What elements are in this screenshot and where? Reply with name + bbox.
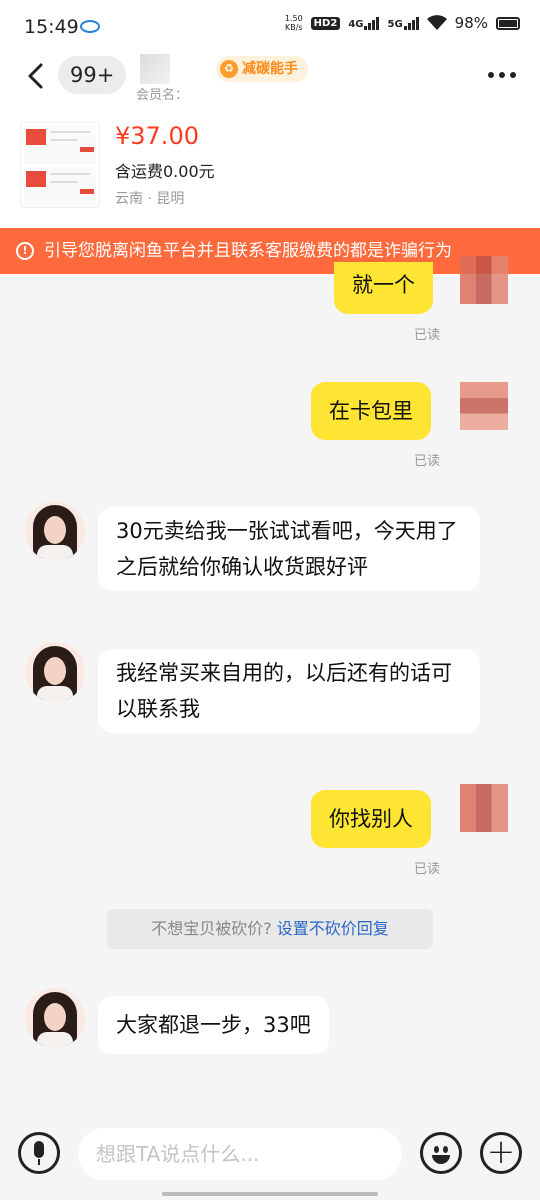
signal-4g-icon: 4G [348,16,380,30]
bargain-tip: 不想宝贝被砍价? 设置不砍价回复 [107,909,433,949]
read-status: 已读 [414,328,441,343]
voice-input-icon[interactable] [18,1132,60,1174]
set-no-bargain-link[interactable]: 设置不砍价回复 [277,919,389,938]
message-bubble-sent[interactable]: 在卡包里 [311,382,431,440]
product-thumbnail[interactable] [20,122,100,208]
unread-count-badge[interactable]: 99+ [58,56,127,94]
self-avatar[interactable] [460,784,508,832]
home-indicator[interactable] [162,1192,378,1196]
message-bubble-received[interactable]: 30元卖给我一张试试看吧，今天用了之后就给你确认收货跟好评 [98,507,480,591]
leaf-icon: ♻ [220,60,238,78]
hd-icon: HD2 [310,16,341,30]
product-shipping: 含运费0.00元 [115,162,215,181]
contact-name-blurred [140,54,170,84]
contact-avatar[interactable] [25,501,85,561]
product-location: 云南 · 昆明 [115,191,185,207]
product-card[interactable]: ¥37.00 含运费0.00元 云南 · 昆明 [0,100,540,228]
network-speed: 1.50 KB/s [284,14,303,32]
message-input[interactable] [78,1128,402,1180]
message-bubble-received[interactable]: 我经常买来自用的，以后还有的话可以联系我 [98,649,480,733]
message-bubble-sent[interactable]: 你找别人 [311,790,431,848]
fraud-warning-banner[interactable]: ! 引导您脱离闲鱼平台并且联系客服缴费的都是诈骗行为 [0,228,540,274]
contact-avatar[interactable] [25,642,85,702]
status-time: 15:49 [24,16,79,38]
more-options-icon[interactable] [488,72,516,78]
read-status: 已读 [414,862,441,877]
signal-5g-icon: 5G [387,16,419,30]
status-bar: 15:49 1.50 KB/s HD2 4G 5G 98% [0,0,540,52]
self-avatar[interactable] [460,382,508,430]
warning-icon: ! [16,242,34,260]
back-arrow-icon[interactable] [22,62,50,90]
product-price: ¥37.00 [115,122,199,150]
input-bar: + [0,1120,540,1200]
contact-avatar[interactable] [25,988,85,1048]
battery-icon [496,16,520,30]
carrier-icon [80,20,100,33]
plus-icon[interactable]: + [480,1132,522,1174]
emoji-icon[interactable] [420,1132,462,1174]
warning-text: 引导您脱离闲鱼平台并且联系客服缴费的都是诈骗行为 [44,241,452,261]
message-bubble-received[interactable]: 大家都退一步，33吧 [98,996,329,1054]
chat-header: 99+ ♻ 减碳能手 会员名： [0,52,540,103]
carbon-badge[interactable]: ♻ 减碳能手 [216,56,308,82]
self-avatar[interactable] [460,256,508,304]
wifi-icon [426,15,447,30]
message-bubble-sent[interactable]: 就一个 [334,262,433,314]
battery-percent: 98% [454,14,488,32]
read-status: 已读 [414,454,441,469]
